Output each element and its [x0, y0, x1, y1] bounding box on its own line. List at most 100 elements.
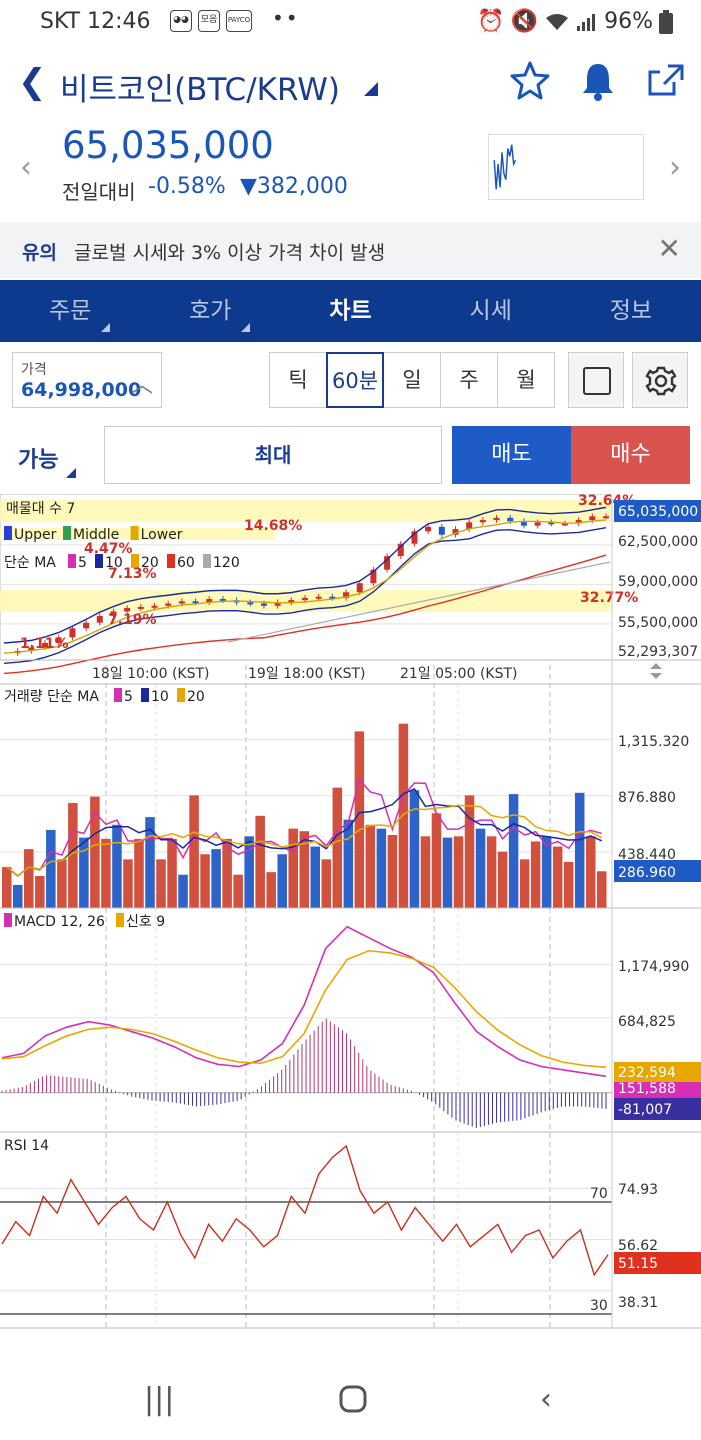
tab-label: 정보 — [609, 298, 653, 324]
volume-bar — [288, 828, 298, 908]
time-axis-tick: 18일 10:00 (KST) — [92, 666, 209, 682]
volume-bar — [13, 884, 23, 908]
notification-icons: ◕◕ 모음 PAYCO — [170, 10, 252, 32]
max-button[interactable]: 최대 — [104, 426, 442, 484]
candle — [438, 526, 445, 535]
candle — [260, 603, 267, 606]
volume-ma-swatch — [114, 688, 122, 702]
tab-chart[interactable]: 차트 — [280, 280, 420, 342]
available-selector[interactable]: 가능 — [18, 442, 58, 474]
candle — [96, 615, 103, 623]
rsi-axis-tick: 74.93 — [618, 1182, 658, 1198]
volume-bar — [24, 849, 34, 908]
battery-icon — [659, 9, 673, 34]
hist-value-label: -81,007 — [618, 1102, 672, 1118]
candle — [83, 622, 90, 629]
rsi-value-label: 51.15 — [618, 1256, 658, 1272]
current-volume-label: 286.960 — [618, 865, 676, 881]
gear-icon — [645, 366, 677, 396]
back-nav-icon[interactable]: ‹ — [540, 1382, 552, 1417]
share-icon[interactable] — [644, 58, 688, 102]
volume-profile-label: 14.68% — [244, 518, 302, 534]
volume-ma-swatch — [141, 688, 149, 702]
period-month[interactable]: 월 — [497, 352, 555, 408]
close-icon[interactable]: ✕ — [658, 232, 681, 265]
main-tabs: 주문 호가 차트 시세 정보 — [0, 280, 701, 342]
time-axis-tick: 19일 18:00 (KST) — [248, 666, 365, 682]
period-day[interactable]: 일 — [383, 352, 441, 408]
volume-bar — [343, 819, 354, 908]
favorite-star-icon[interactable] — [508, 58, 552, 102]
signal-icon — [577, 13, 596, 31]
recents-icon[interactable]: ||| — [144, 1382, 174, 1417]
fullscreen-button[interactable] — [568, 352, 624, 408]
candle — [165, 603, 172, 606]
period-60min[interactable]: 60분 — [326, 352, 384, 408]
order-row: 가능 최대 매도 매수 — [0, 424, 701, 486]
chart-area[interactable]: 매물대 수 7 Upper Middle Lower 단순 MA 5 10 20 60 120 32… — [0, 493, 701, 1358]
volume-profile-label: 7.13% — [108, 566, 157, 582]
tab-market[interactable]: 시세 — [421, 280, 561, 342]
mini-sparkline[interactable] — [488, 134, 644, 200]
period-tick[interactable]: 틱 — [269, 352, 327, 408]
volume-bar — [112, 824, 122, 908]
time-axis-tick: 21일 05:00 (KST) — [400, 666, 517, 682]
volume-profile-label: 1.11% — [20, 636, 69, 652]
dropdown-triangle-icon — [66, 468, 76, 478]
change-percent: -0.58% — [148, 174, 226, 199]
home-icon[interactable] — [338, 1384, 368, 1414]
alarm-bell-icon[interactable] — [576, 58, 620, 102]
volume-bar — [431, 813, 442, 908]
volume-bar — [200, 854, 210, 908]
change-label: 전일대비 — [62, 180, 136, 204]
candle — [302, 597, 308, 601]
rsi-axis-tick: 38.31 — [618, 1295, 658, 1311]
buy-button[interactable]: 매수 — [571, 426, 690, 484]
candle — [178, 601, 185, 604]
bollinger-swatch — [130, 526, 139, 540]
system-icons: ⏰ 🔇 96% — [477, 9, 673, 34]
battery-level: 96% — [604, 9, 653, 34]
back-button[interactable]: ❮ — [18, 62, 47, 102]
volume-bar — [585, 836, 596, 908]
tab-label: 주문 — [48, 298, 92, 324]
volume-profile-label: 32.77% — [580, 590, 638, 606]
notice-tag: 유의 — [22, 242, 57, 264]
volume-axis-tick: 876.880 — [618, 790, 676, 806]
chart-controls: 가격 64,998,000 ︿ 틱 60분 일 주 월 — [0, 350, 701, 412]
price-selector-value: 64,998,000 — [21, 379, 142, 401]
volume-bar — [464, 795, 475, 908]
current-price: 65,035,000 — [62, 124, 274, 167]
volume-bar — [552, 846, 563, 908]
ma-swatch — [203, 554, 211, 568]
candle — [315, 596, 322, 599]
ma-swatch — [167, 554, 175, 568]
volume-bar — [255, 815, 265, 908]
bollinger-swatch — [4, 526, 12, 540]
title-dropdown-icon[interactable] — [364, 82, 378, 96]
volume-bar — [79, 837, 89, 908]
period-week[interactable]: 주 — [440, 352, 498, 408]
page-title[interactable]: 비트코인(BTC/KRW) — [60, 64, 340, 109]
tab-label: 호가 — [189, 298, 232, 324]
rsi-legend: RSI 14 — [4, 1138, 49, 1154]
tab-orderbook[interactable]: 호가 — [140, 280, 280, 342]
next-coin-button[interactable]: › — [669, 150, 681, 185]
prev-coin-button[interactable]: ‹ — [20, 150, 32, 185]
volume-bar — [365, 824, 376, 908]
volume-bar — [354, 731, 365, 908]
volume-bar — [387, 835, 398, 908]
system-navigation: ||| ‹ — [0, 1362, 701, 1440]
settings-button[interactable] — [632, 352, 688, 408]
down-triangle-icon: ▼ — [240, 174, 257, 199]
tab-order[interactable]: 주문 — [0, 280, 140, 342]
chart-svg[interactable]: 매물대 수 7Upper Middle Lower단순 MA 5 10 20 60 12032… — [0, 493, 701, 1358]
tab-info[interactable]: 정보 — [561, 280, 701, 342]
price-selector[interactable]: 가격 64,998,000 ︿ — [12, 352, 162, 408]
period-selector: 틱 60분 일 주 월 — [269, 352, 555, 408]
sell-button[interactable]: 매도 — [452, 426, 571, 484]
candle — [589, 516, 596, 521]
volume-bar — [376, 828, 387, 908]
macd-axis-tick: 1,174,990 — [618, 959, 689, 975]
volume-bar — [321, 859, 332, 908]
